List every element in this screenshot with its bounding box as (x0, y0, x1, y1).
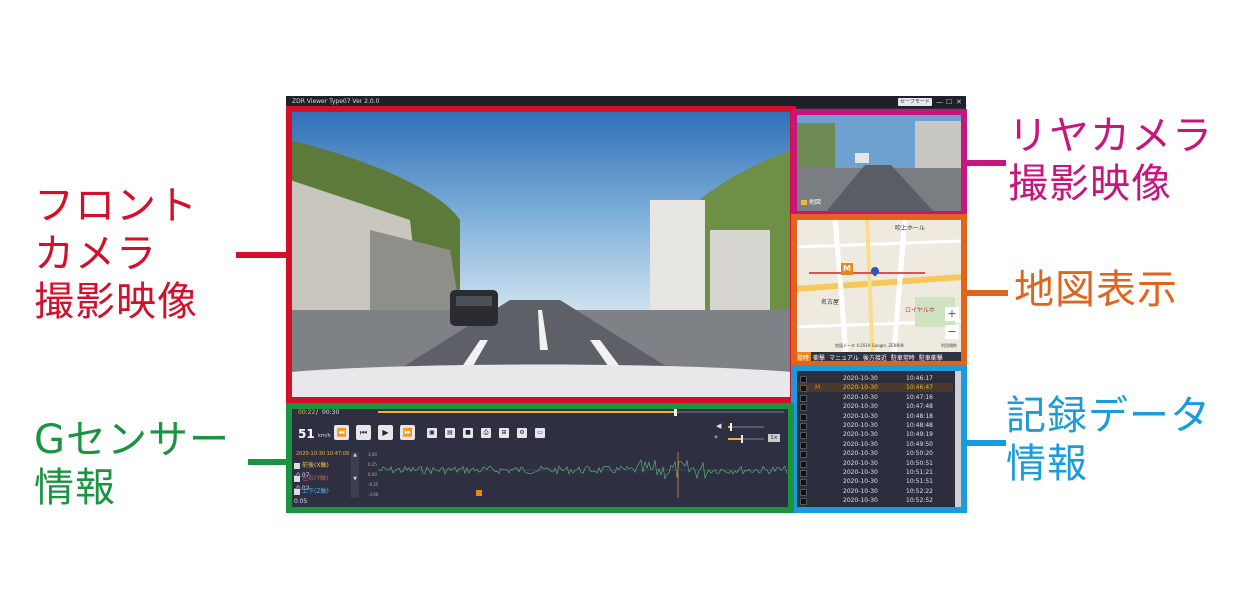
gsensor-frame (286, 403, 794, 513)
callout-map: 地図表示 (1014, 267, 1178, 313)
map-frame (791, 214, 967, 367)
safe-mode-button[interactable]: セーフモード (898, 98, 932, 106)
callout-rear-camera: リヤカメラ 撮影映像 (1008, 113, 1213, 207)
leader-map (962, 290, 1008, 296)
leader-front (236, 252, 288, 258)
leader-records (962, 440, 1006, 446)
records-frame (791, 365, 967, 513)
callout-records: 記録データ 情報 (1006, 393, 1211, 487)
callout-gsensor: Gセンサー 情報 (34, 417, 230, 511)
front-camera-frame (286, 106, 796, 403)
leader-rear (962, 160, 1006, 166)
callout-front-camera: フロント カメラ 撮影映像 (34, 183, 198, 325)
close-icon[interactable]: ✕ (956, 96, 962, 108)
leader-gsensor (248, 459, 290, 465)
minimize-icon[interactable]: — (936, 96, 943, 108)
rear-camera-frame (791, 109, 967, 217)
maximize-icon[interactable]: ☐ (946, 96, 952, 108)
